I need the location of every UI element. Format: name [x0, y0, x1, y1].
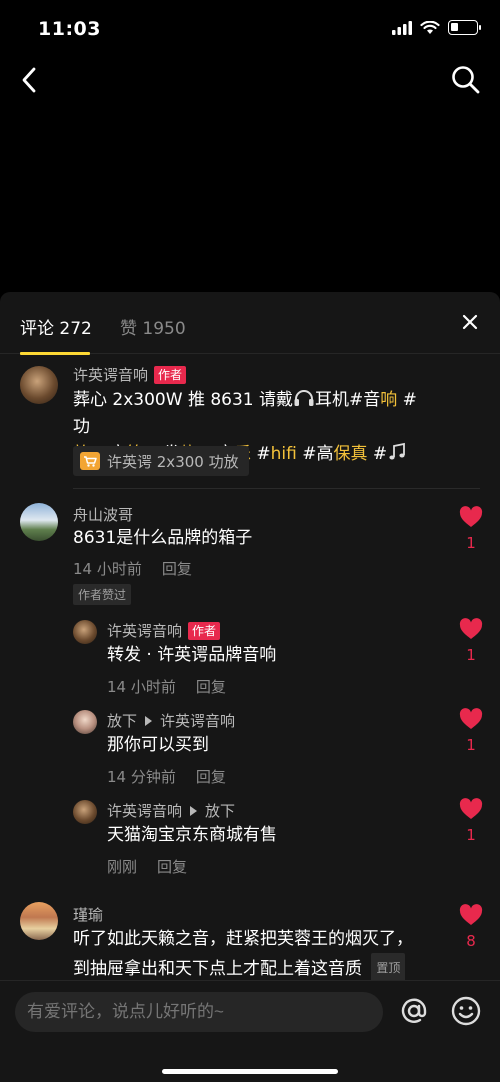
heart-icon	[459, 506, 483, 527]
text-segment: #高	[296, 444, 334, 464]
reply-item: 许英谔音响 放下 天猫淘宝京东商城有售 刚刚 回复 1	[0, 798, 500, 888]
like-button[interactable]: 1	[459, 708, 483, 754]
comment-text: 转发 · 许英谔品牌音响	[107, 645, 277, 665]
like-count: 1	[466, 534, 476, 552]
wifi-icon	[420, 20, 440, 34]
comment-meta: 14 小时前 回复	[107, 676, 226, 697]
avatar[interactable]	[73, 620, 97, 644]
author-liked-tag: 作者赞过	[73, 584, 132, 605]
comment-text: 那你可以买到	[107, 735, 209, 755]
avatar[interactable]	[73, 800, 97, 824]
comment-header: 舟山波哥	[73, 504, 133, 525]
battery-icon	[448, 20, 481, 35]
tab-likes[interactable]: 赞 1950	[120, 314, 186, 339]
hashtag-highlight[interactable]: 保真	[334, 444, 368, 464]
comment-text: 听了如此天籁之音，赶紧把芙蓉王的烟灭了， 到抽屉拿出和天下点上才配上着这音质 置…	[73, 926, 453, 984]
text-segment: 听了如此天籁之音，赶紧把芙蓉王的烟灭了，	[73, 929, 413, 949]
text-segment: 耳机#音	[315, 390, 381, 410]
comment-tabs: 评论 272 赞 1950	[0, 292, 500, 355]
avatar[interactable]	[20, 366, 58, 404]
reply-button[interactable]: 回复	[196, 766, 226, 787]
active-tab-indicator	[20, 352, 90, 355]
comment-header: 许英谔音响 放下	[107, 800, 235, 821]
like-button[interactable]: 1	[459, 798, 483, 844]
signal-icon	[392, 20, 412, 35]
comment-header: 瑾瑜	[73, 904, 103, 925]
reply-button[interactable]: 回复	[162, 558, 192, 579]
home-indicator	[162, 1069, 338, 1074]
comment-username[interactable]: 舟山波哥	[73, 504, 133, 525]
shopping-cart-icon	[80, 452, 100, 470]
comment-item: 舟山波哥 8631是什么品牌的箱子 14 小时前 回复 作者赞过 1	[0, 498, 500, 608]
hashtag-highlight[interactable]: 响	[380, 390, 397, 410]
author-post: 许英谔音响 作者 葬心 2x300W 推 8631 请戴耳机#音响 #功 放 #…	[0, 362, 500, 492]
heart-icon	[459, 904, 483, 925]
comment-username[interactable]: 许英谔音响	[73, 364, 148, 385]
tab-comments[interactable]: 评论 272	[20, 314, 92, 339]
avatar[interactable]	[73, 710, 97, 734]
like-count: 1	[466, 826, 476, 844]
battery-level	[451, 23, 458, 31]
comment-username[interactable]: 许英谔音响	[107, 800, 182, 821]
status-bar: 11:03	[0, 0, 500, 60]
music-note-icon	[389, 442, 406, 460]
like-count: 1	[466, 736, 476, 754]
comment-meta: 刚刚 回复	[107, 856, 187, 877]
like-button[interactable]: 1	[459, 618, 483, 664]
comment-text: 8631是什么品牌的箱子	[73, 528, 253, 548]
reply-button[interactable]: 回复	[196, 676, 226, 697]
comment-input[interactable]	[15, 992, 383, 1032]
reply-item: 放下 许英谔音响 那你可以买到 14 分钟前 回复 1	[0, 708, 500, 798]
search-icon[interactable]	[450, 64, 482, 96]
headphones-icon	[294, 390, 314, 406]
text-segment: #	[367, 444, 388, 464]
author-badge: 作者	[154, 365, 187, 384]
reply-item: 许英谔音响 作者 转发 · 许英谔品牌音响 14 小时前 回复 1	[0, 616, 500, 706]
text-segment: 葬心 2x300W 推 8631 请戴	[73, 390, 294, 410]
emoji-icon[interactable]	[450, 995, 482, 1027]
reply-arrow-icon	[190, 805, 198, 816]
comment-username[interactable]: 瑾瑜	[73, 904, 103, 925]
comment-username[interactable]: 许英谔音响	[107, 620, 182, 641]
avatar[interactable]	[20, 902, 58, 940]
comment-time: 14 小时前	[107, 678, 176, 696]
comment-text: 天猫淘宝京东商城有售	[107, 825, 277, 845]
reply-target[interactable]: 许英谔音响	[160, 710, 235, 731]
reply-arrow-icon	[145, 715, 153, 726]
status-time: 11:03	[38, 18, 101, 40]
text-segment: 到抽屉拿出和天下点上才配上着这音质	[73, 959, 362, 979]
close-icon[interactable]	[462, 314, 478, 330]
mention-icon[interactable]	[398, 995, 430, 1027]
status-icons	[392, 20, 481, 35]
author-badge: 作者	[188, 621, 221, 640]
like-button[interactable]: 8	[459, 904, 483, 950]
like-count: 1	[466, 646, 476, 664]
reply-button[interactable]: 回复	[157, 856, 187, 877]
avatar[interactable]	[20, 503, 58, 541]
comment-input-bar	[0, 980, 500, 1082]
divider	[73, 488, 480, 489]
comment-time: 刚刚	[107, 858, 138, 876]
comment-header: 放下 许英谔音响	[107, 710, 235, 731]
comment-item: 瑾瑜 听了如此天籁之音，赶紧把芙蓉王的烟灭了， 到抽屉拿出和天下点上才配上着这音…	[0, 898, 500, 988]
heart-icon	[459, 798, 483, 819]
comment-time: 14 分钟前	[107, 768, 176, 786]
like-count: 8	[466, 932, 476, 950]
comment-meta: 14 小时前 回复	[73, 558, 192, 579]
comment-header: 许英谔音响 作者	[107, 620, 221, 641]
back-button[interactable]	[16, 64, 44, 96]
heart-icon	[459, 618, 483, 639]
reply-target[interactable]: 放下	[205, 800, 235, 821]
text-segment: #	[250, 444, 271, 464]
hashtag-highlight[interactable]: hifi	[271, 444, 297, 464]
like-button[interactable]: 1	[459, 506, 483, 552]
comment-sheet: 评论 272 赞 1950 许英谔音响 作者 葬心 2x300W 推 8631 …	[0, 292, 500, 1082]
heart-icon	[459, 708, 483, 729]
comment-header: 许英谔音响 作者	[73, 364, 187, 385]
comment-username[interactable]: 放下	[107, 710, 137, 731]
product-link[interactable]: 许英谔 2x300 功放	[73, 446, 249, 476]
comment-time: 14 小时前	[73, 560, 142, 578]
comment-meta: 14 分钟前 回复	[107, 766, 226, 787]
product-name: 许英谔 2x300 功放	[107, 452, 239, 471]
